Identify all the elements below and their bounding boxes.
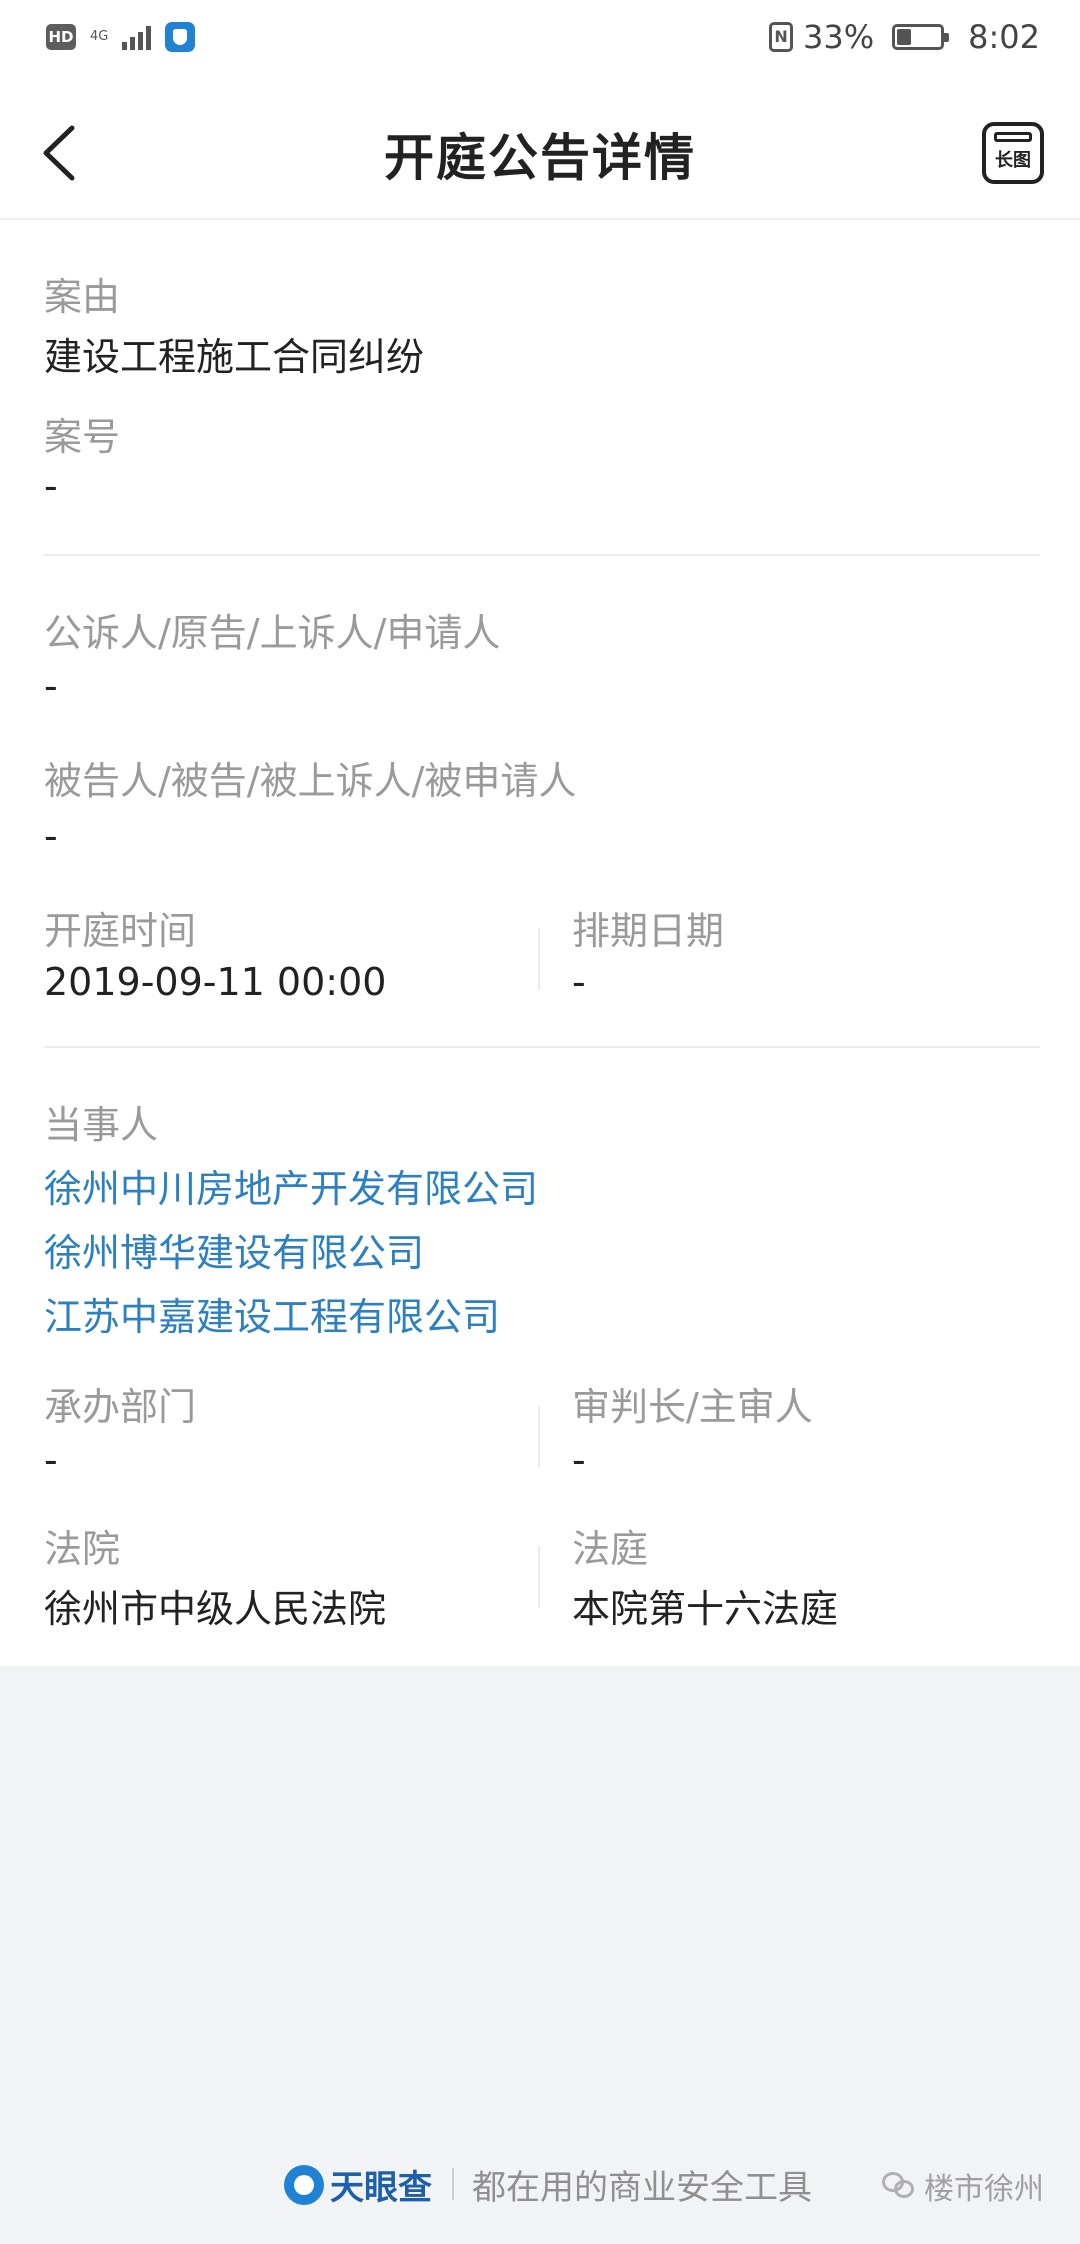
brand-name: 天眼查: [330, 2168, 432, 2208]
signal-icon: [122, 24, 151, 50]
court-value: 徐州市中级人民法院: [44, 1587, 387, 1631]
watermark: 楼市徐州: [882, 2164, 1044, 2208]
parties-label: 当事人: [44, 1103, 159, 1147]
courtroom-label: 法庭: [572, 1527, 649, 1571]
network-type: 4G: [90, 29, 109, 44]
hearing-time-value: 2019-09-11 00:00: [44, 960, 387, 1004]
hearing-time-label: 开庭时间: [44, 909, 197, 953]
battery-icon: [892, 24, 950, 50]
shield-app-icon: [165, 22, 195, 52]
battery-level: [897, 29, 912, 45]
party-link[interactable]: 江苏中嘉建设工程有限公司: [44, 1286, 500, 1341]
nfc-icon: N: [769, 22, 794, 52]
footer: 天眼查 都在用的商业安全工具 楼市徐州: [0, 2160, 1080, 2220]
judge-label: 审判长/主审人: [572, 1385, 813, 1429]
brand-logo-icon: [284, 2164, 324, 2205]
hd-badge: HD: [46, 24, 76, 50]
court-label: 法院: [44, 1527, 121, 1571]
courtroom-value: 本院第十六法庭: [572, 1587, 839, 1631]
header: 开庭公告详情 长图: [0, 82, 1080, 220]
clock: 8:02: [968, 18, 1040, 56]
long-image-label: 长图: [995, 150, 1031, 171]
schedule-date-label: 排期日期: [572, 909, 725, 953]
case-no-value: -: [44, 464, 58, 508]
watermark-text: 楼市徐州: [924, 2172, 1044, 2207]
plaintiff-value: -: [44, 664, 58, 708]
party-link[interactable]: 徐州中川房地产开发有限公司: [44, 1158, 538, 1213]
schedule-date-value: -: [572, 960, 586, 1004]
plaintiff-label: 公诉人/原告/上诉人/申请人: [44, 611, 501, 655]
divider: [44, 1046, 1040, 1048]
detail-card: 案由 建设工程施工合同纠纷 案号 - 公诉人/原告/上诉人/申请人 - 被告人/…: [0, 220, 1080, 1666]
brand: 天眼查: [284, 2160, 432, 2209]
divider: [44, 554, 1040, 556]
long-image-icon: [994, 132, 1032, 142]
cause-value: 建设工程施工合同纠纷: [44, 335, 425, 379]
footer-divider: [452, 2168, 454, 2200]
battery-percent: 33%: [803, 18, 875, 56]
defendant-value: -: [44, 814, 58, 858]
status-right: N 33% 8:02: [769, 18, 1040, 56]
wechat-icon: [882, 2172, 916, 2200]
defendant-label: 被告人/被告/被上诉人/被申请人: [44, 759, 577, 803]
party-link[interactable]: 徐州博华建设有限公司: [44, 1222, 424, 1277]
department-value: -: [44, 1438, 58, 1482]
judge-value: -: [572, 1438, 586, 1482]
column-separator: [538, 1546, 540, 1608]
status-bar: HD 4G N 33% 8:02: [0, 0, 1080, 82]
cause-label: 案由: [44, 275, 121, 319]
column-separator: [538, 928, 540, 990]
page-title: 开庭公告详情: [384, 129, 696, 187]
department-label: 承办部门: [44, 1385, 197, 1429]
long-image-button[interactable]: 长图: [982, 122, 1044, 184]
column-separator: [538, 1406, 540, 1468]
case-no-label: 案号: [44, 415, 121, 459]
status-left: HD 4G: [46, 22, 195, 52]
slogan: 都在用的商业安全工具: [472, 2168, 812, 2208]
